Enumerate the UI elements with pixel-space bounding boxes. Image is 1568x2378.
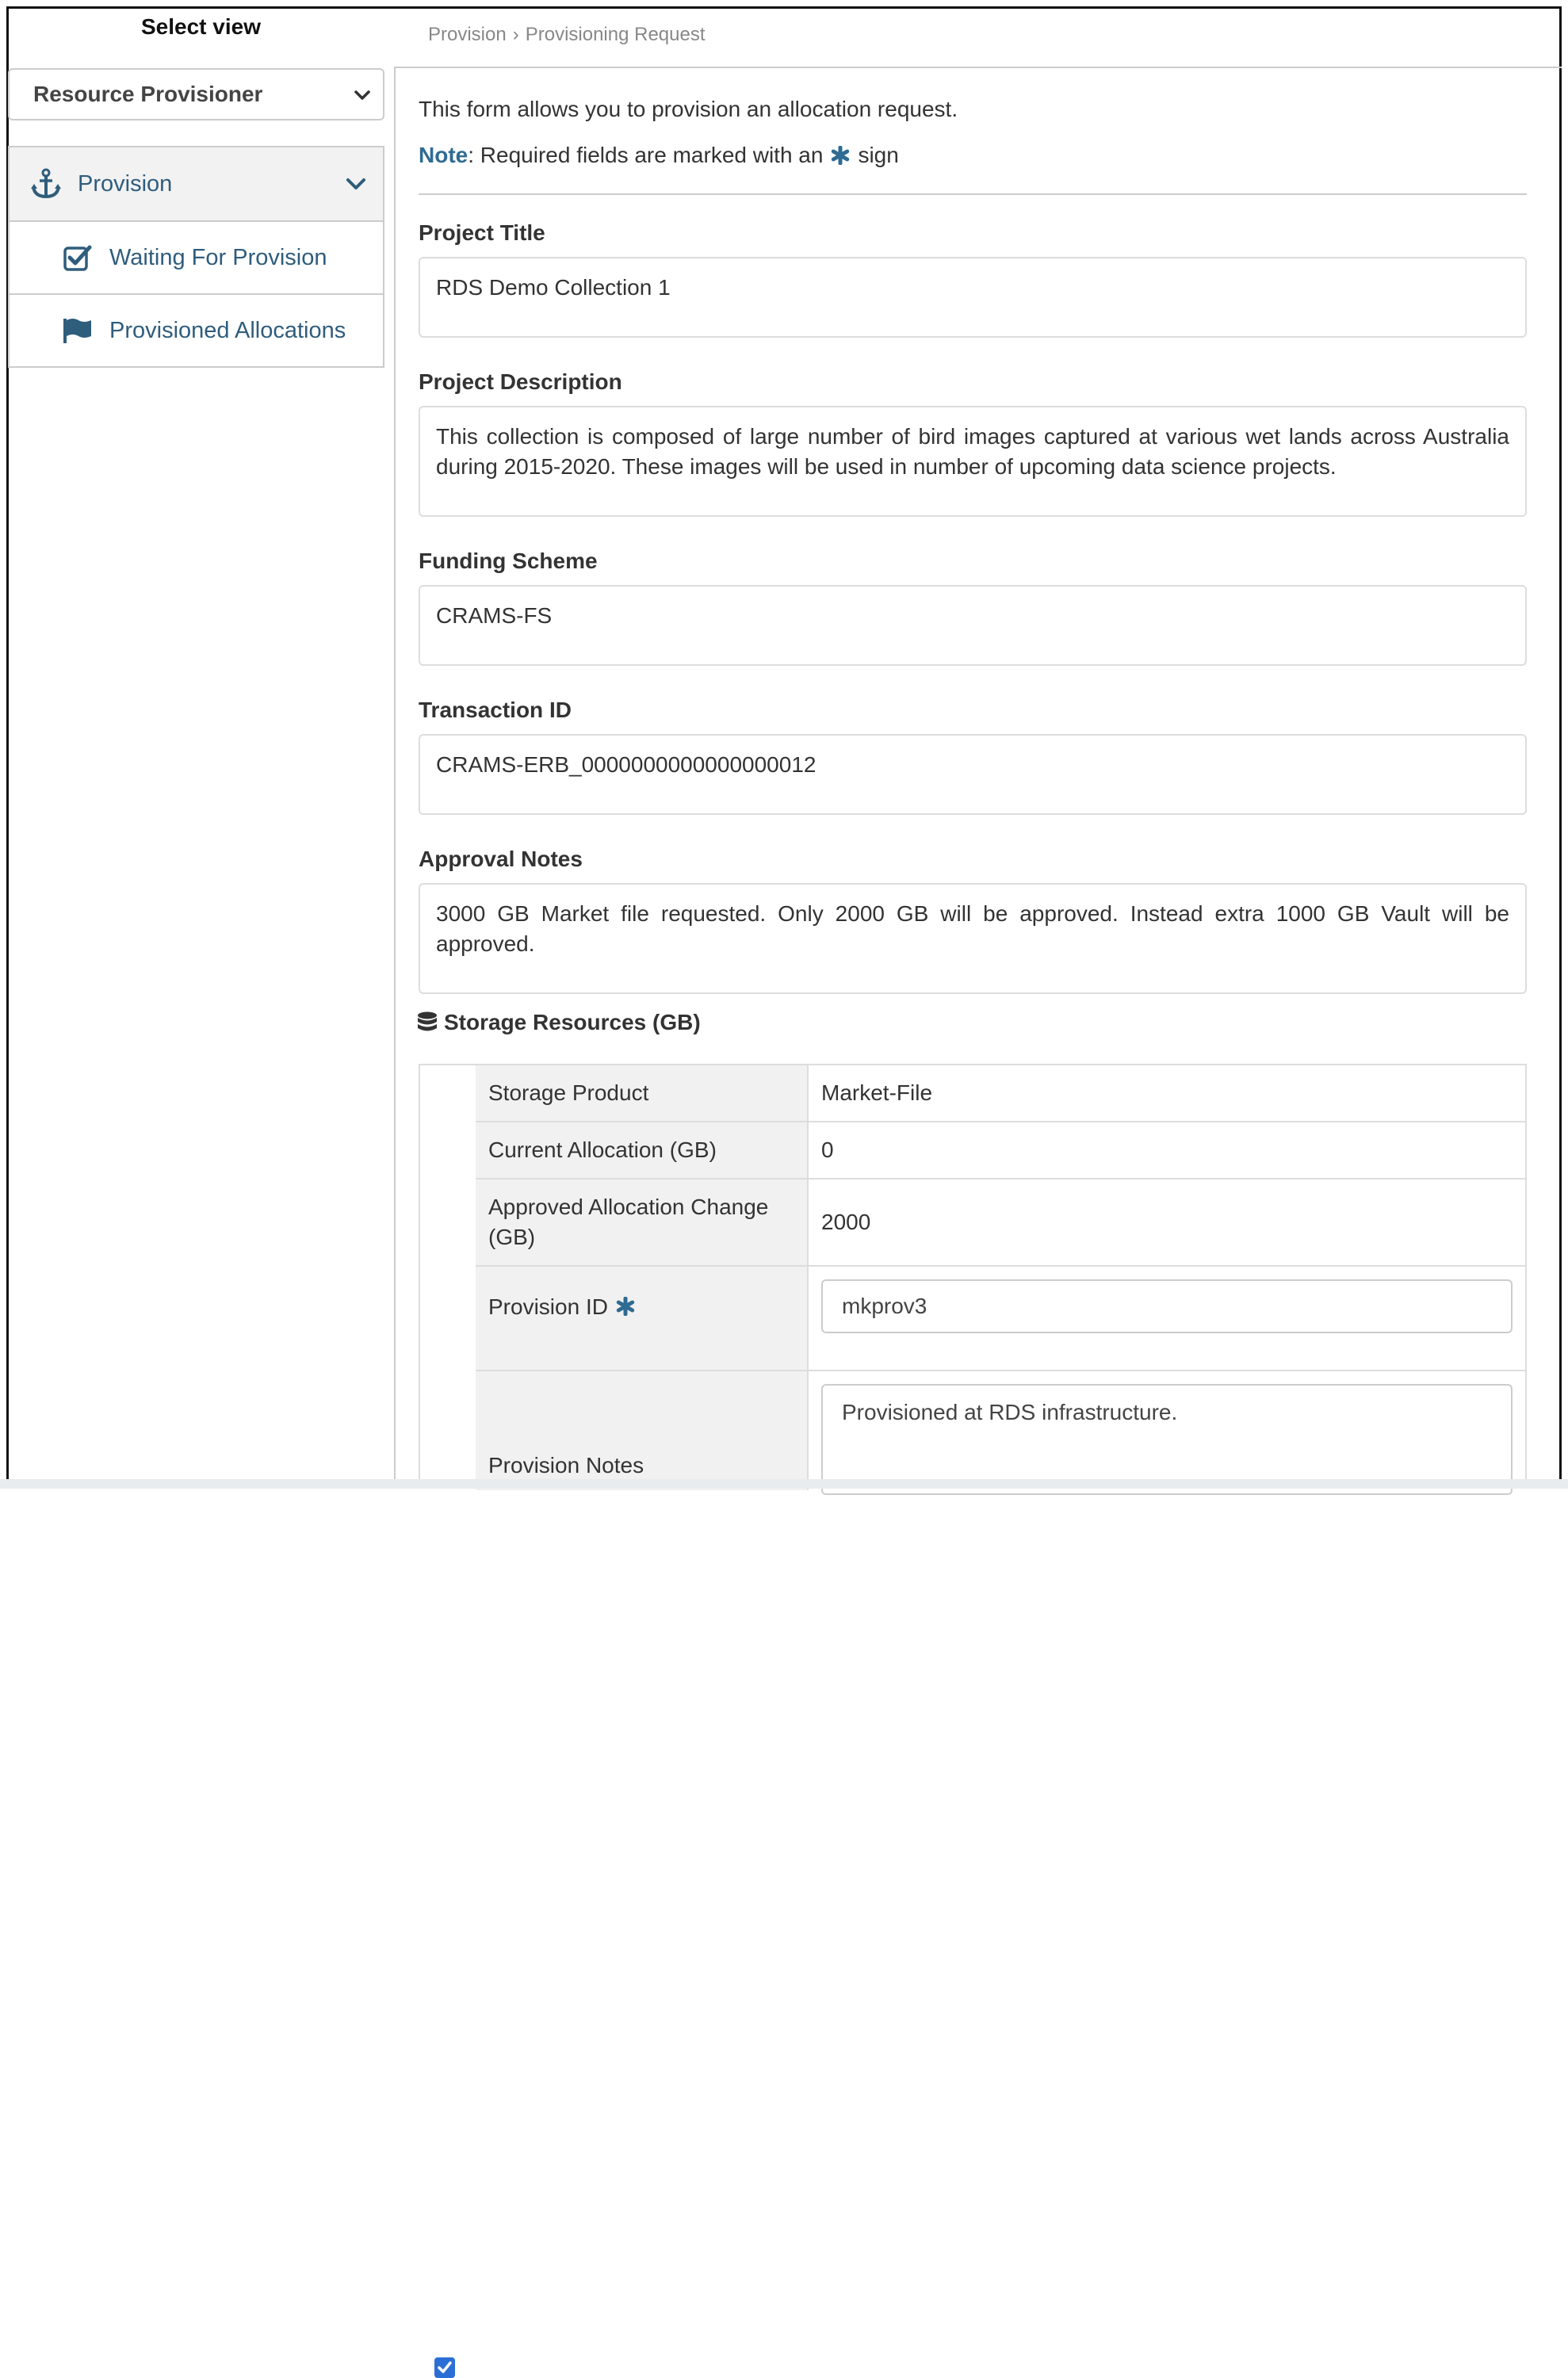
storage-resources-heading: Storage Resources (GB) xyxy=(417,1010,701,1035)
sidebar-item-label: Provision xyxy=(78,170,173,197)
checkmark-icon xyxy=(438,2361,452,2373)
anchor-icon xyxy=(30,168,62,199)
breadcrumb-current: Provisioning Request xyxy=(525,24,706,45)
transaction-id-label: Transaction ID xyxy=(419,698,572,722)
asterisk-icon xyxy=(616,1297,635,1316)
sidebar-item-label: Provisioned Allocations xyxy=(109,317,346,343)
chevron-down-icon xyxy=(354,90,370,100)
breadcrumb-separator: › xyxy=(512,24,519,45)
chevron-down-icon[interactable] xyxy=(345,173,367,195)
breadcrumb: Provision › Provisioning Request xyxy=(428,24,706,46)
project-description-field[interactable]: This collection is composed of large num… xyxy=(419,406,1527,517)
approved-change-value: 2000 xyxy=(821,1210,871,1234)
provision-id-input[interactable]: mkprov3 xyxy=(821,1279,1513,1333)
storage-product-label: Storage Product xyxy=(476,1065,809,1121)
sidebar-item-provision[interactable]: Provision xyxy=(10,147,383,220)
flag-icon xyxy=(62,316,94,345)
provision-notes-textarea[interactable]: Provisioned at RDS infrastructure. xyxy=(821,1384,1513,1495)
table-row: Approved Allocation Change (GB) 2000 xyxy=(476,1179,1527,1267)
project-description-value: This collection is composed of large num… xyxy=(436,424,1509,479)
funding-scheme-label: Funding Scheme xyxy=(419,549,598,573)
sidebar-item-provisioned-allocations[interactable]: Provisioned Allocations xyxy=(10,293,383,366)
current-allocation-label: Current Allocation (GB) xyxy=(476,1122,809,1178)
divider xyxy=(419,193,1527,195)
provision-select-checkbox[interactable] xyxy=(434,2357,455,2378)
project-title-field[interactable]: RDS Demo Collection 1 xyxy=(419,257,1527,338)
breadcrumb-root[interactable]: Provision xyxy=(428,24,507,45)
storage-table: Storage Product Market-File Current Allo… xyxy=(419,1064,1527,2378)
table-row: Current Allocation (GB) 0 xyxy=(476,1122,1527,1179)
window-bottom-edge xyxy=(0,1479,1568,1489)
table-row: Provision ID mkprov3 xyxy=(476,1267,1527,1371)
form-intro: This form allows you to provision an all… xyxy=(419,97,958,121)
role-select-value: Resource Provisioner xyxy=(33,82,263,106)
project-title-label: Project Title xyxy=(419,220,545,245)
table-row: Provision Notes Provisioned at RDS infra… xyxy=(476,1371,1527,1495)
asterisk-icon xyxy=(832,146,850,165)
approved-change-label: Approved Allocation Change (GB) xyxy=(476,1179,809,1265)
provision-id-label-cell: Provision ID xyxy=(476,1267,809,1370)
sidebar-menu: Provision Waiting For Provision Provisio… xyxy=(8,146,384,368)
note-text-end: sign xyxy=(858,143,899,167)
provision-id-label: Provision ID xyxy=(488,1294,608,1319)
select-view-title: Select view xyxy=(141,14,261,39)
role-select[interactable]: Resource Provisioner xyxy=(8,68,384,120)
check-square-icon xyxy=(62,243,94,272)
transaction-id-value: CRAMS-ERB_0000000000000000012 xyxy=(436,752,817,777)
project-title-value: RDS Demo Collection 1 xyxy=(436,275,671,300)
select-column xyxy=(420,1065,477,1487)
database-icon xyxy=(418,1011,437,1031)
note-text: : Required fields are marked with an xyxy=(468,143,824,167)
approval-notes-field[interactable]: 3000 GB Market file requested. Only 2000… xyxy=(419,883,1527,994)
provision-notes-value: Provisioned at RDS infrastructure. xyxy=(842,1400,1178,1424)
sidebar-item-label: Waiting For Provision xyxy=(109,244,327,270)
funding-scheme-field[interactable]: CRAMS-FS xyxy=(419,585,1527,666)
funding-scheme-value: CRAMS-FS xyxy=(436,603,553,628)
provision-id-value: mkprov3 xyxy=(842,1294,927,1318)
table-row: Storage Product Market-File xyxy=(476,1065,1527,1122)
approval-notes-label: Approval Notes xyxy=(419,847,583,871)
current-allocation-value: 0 xyxy=(821,1137,834,1162)
storage-product-value: Market-File xyxy=(821,1080,933,1105)
note-label: Note xyxy=(419,143,468,167)
required-note: Note : Required fields are marked with a… xyxy=(419,143,899,168)
transaction-id-field[interactable]: CRAMS-ERB_0000000000000000012 xyxy=(419,734,1527,815)
project-description-label: Project Description xyxy=(419,369,622,394)
approval-notes-value: 3000 GB Market file requested. Only 2000… xyxy=(436,901,1509,956)
provision-notes-label: Provision Notes xyxy=(476,1371,809,1490)
storage-resources-title: Storage Resources (GB) xyxy=(444,1010,701,1034)
sidebar-item-waiting-for-provision[interactable]: Waiting For Provision xyxy=(10,220,383,293)
